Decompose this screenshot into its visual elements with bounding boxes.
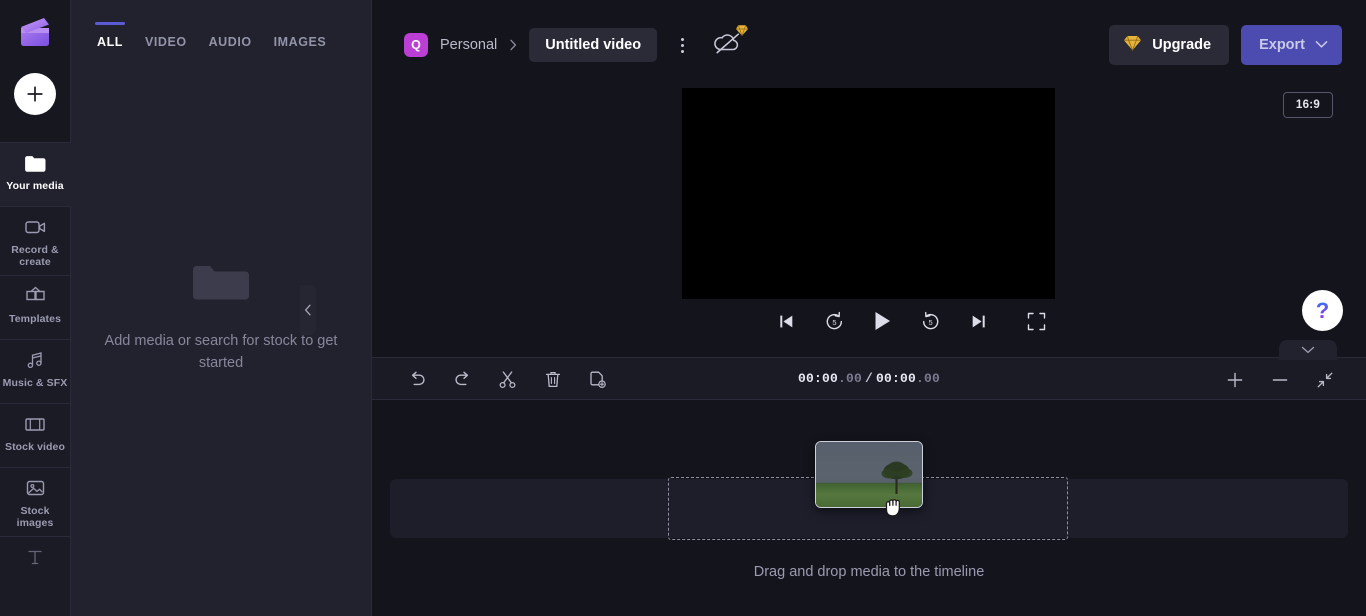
sidebar-item-stock-images[interactable]: Stock images [0, 468, 71, 536]
diamond-icon [1123, 34, 1142, 56]
upgrade-label: Upgrade [1152, 37, 1212, 53]
sidebar-item-label: Music & SFX [2, 377, 68, 389]
minus-icon [1272, 378, 1287, 381]
rail-header [0, 0, 70, 142]
svg-text:5: 5 [928, 318, 932, 327]
templates-icon [25, 285, 46, 307]
kebab-menu-icon[interactable] [671, 32, 693, 58]
export-button[interactable]: Export [1241, 25, 1342, 65]
chevron-down-icon [1301, 346, 1315, 354]
clapperboard-icon[interactable] [14, 11, 56, 53]
chevron-left-icon [304, 304, 311, 316]
music-note-icon [25, 349, 45, 371]
media-empty-text: Add media or search for stock to get sta… [104, 333, 338, 371]
avatar[interactable]: Q [404, 33, 428, 57]
top-bar-actions: Upgrade Export [1109, 25, 1342, 65]
image-icon [25, 477, 46, 499]
media-filter-tabs: ALL VIDEO AUDIO IMAGES [71, 0, 371, 62]
zoom-out-button[interactable] [1262, 362, 1297, 397]
video-canvas[interactable] [682, 88, 1055, 299]
forward-5-icon[interactable]: 5 [916, 307, 944, 335]
plus-icon [1227, 372, 1242, 387]
current-time: 00:00 [797, 371, 838, 386]
tab-audio[interactable]: AUDIO [209, 35, 252, 62]
rewind-5-icon[interactable]: 5 [820, 307, 848, 335]
breadcrumb-workspace[interactable]: Personal [440, 37, 497, 53]
timeline-hint-text: Drag and drop media to the timeline [753, 564, 985, 580]
folder-icon [24, 152, 46, 174]
add-media-button[interactable] [14, 73, 56, 115]
breadcrumb: Q Personal Untitled video [404, 24, 749, 62]
tab-video[interactable]: VIDEO [145, 35, 187, 62]
zoom-in-button[interactable] [1217, 362, 1252, 397]
total-time: 00:00 [876, 371, 917, 386]
cloud-off-icon[interactable] [713, 24, 749, 59]
project-title-input[interactable]: Untitled video [529, 28, 658, 62]
dragged-media-thumbnail[interactable] [815, 441, 923, 508]
sidebar-item-stock-video[interactable]: Stock video [0, 404, 71, 467]
player-controls: 5 5 [372, 307, 1366, 349]
rail-nav: Your media Record & create Templates Mus… [0, 143, 71, 600]
fullscreen-icon[interactable] [1022, 307, 1050, 335]
timeline-zoom-controls [1217, 362, 1342, 397]
sidebar-item-text[interactable]: Text [0, 537, 71, 600]
sidebar-item-label: Templates [8, 313, 62, 325]
aspect-ratio-button[interactable]: 16:9 [1283, 92, 1333, 118]
current-time-frames: .00 [837, 371, 862, 386]
film-strip-icon [24, 413, 46, 435]
question-mark-icon: ? [1315, 297, 1330, 323]
play-icon[interactable] [868, 307, 896, 335]
timeline-toolbar: 00:00.00/00:00.00 [372, 357, 1366, 400]
sidebar-item-your-media[interactable]: Your media [0, 143, 71, 206]
media-empty-state: Add media or search for stock to get sta… [71, 258, 371, 374]
diamond-icon [735, 24, 749, 42]
timecode-separator: / [864, 371, 873, 386]
export-label: Export [1259, 37, 1305, 53]
skip-next-icon[interactable] [964, 307, 992, 335]
camera-icon [24, 216, 47, 238]
sidebar-item-templates[interactable]: Templates [0, 276, 71, 339]
sidebar-item-label: Stock video [4, 441, 66, 453]
tree-graphic [875, 456, 919, 501]
plus-icon [27, 86, 43, 102]
tab-images[interactable]: IMAGES [274, 35, 327, 62]
upgrade-button[interactable]: Upgrade [1109, 25, 1230, 65]
folder-icon [190, 258, 252, 308]
timeline-area[interactable]: Drag and drop media to the timeline [372, 400, 1366, 616]
panel-collapse-handle[interactable] [300, 285, 316, 335]
chevron-down-icon [1315, 37, 1328, 53]
help-button[interactable]: ? [1302, 290, 1343, 331]
media-panel: ALL VIDEO AUDIO IMAGES Add media or sear… [71, 0, 372, 616]
total-time-frames: .00 [916, 371, 941, 386]
tab-all[interactable]: ALL [95, 22, 125, 62]
sidebar-item-label: Record & create [11, 244, 59, 268]
fit-to-screen-icon [1317, 372, 1332, 387]
sidebar-item-music-sfx[interactable]: Music & SFX [0, 340, 71, 403]
svg-text:5: 5 [832, 318, 836, 327]
skip-previous-icon[interactable] [772, 307, 800, 335]
sidebar-item-label: Stock images [16, 505, 54, 529]
preview-area: 16:9 5 5 [372, 70, 1366, 355]
left-rail: Your media Record & create Templates Mus… [0, 0, 71, 616]
clipchamp-editor-window: Your media Record & create Templates Mus… [0, 0, 1366, 616]
text-t-icon [25, 546, 45, 568]
sidebar-item-label: Your media [6, 180, 64, 192]
chevron-right-icon [509, 39, 517, 51]
sidebar-item-record-create[interactable]: Record & create [0, 207, 71, 275]
preview-collapse-handle[interactable] [1279, 340, 1337, 360]
fit-to-screen-button[interactable] [1307, 362, 1342, 397]
